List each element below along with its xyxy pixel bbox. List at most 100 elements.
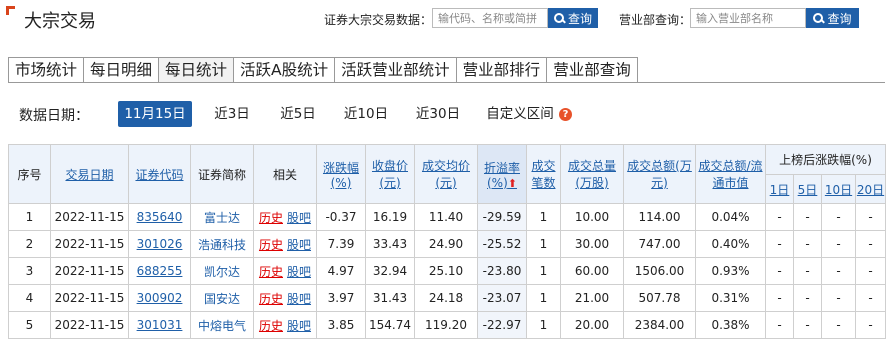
cell-premium: -23.07 xyxy=(477,284,527,312)
cell-ratio: 0.38% xyxy=(695,311,766,339)
date-option-custom[interactable]: 自定义区间 xyxy=(481,101,559,127)
stock-code-link[interactable]: 301031 xyxy=(137,318,183,332)
header-d10[interactable]: 10日 xyxy=(821,174,856,204)
tab-daily-stats[interactable]: 每日统计 xyxy=(158,57,234,83)
tab-branch-query[interactable]: 营业部查询 xyxy=(546,57,638,83)
cell-date: 2022-11-15 xyxy=(50,311,129,339)
date-option-30d[interactable]: 近30日 xyxy=(408,101,468,127)
dept-search-button[interactable]: 查询 xyxy=(806,8,859,28)
header-related: 相关 xyxy=(253,144,317,204)
header-amount[interactable]: 成交总额(万元) xyxy=(623,144,696,204)
tabs-divider xyxy=(8,82,885,83)
cell-d20: - xyxy=(854,230,887,258)
cell-count: 1 xyxy=(526,284,561,312)
tab-active-branches[interactable]: 活跃营业部统计 xyxy=(334,57,456,83)
stock-search-input[interactable] xyxy=(432,8,548,28)
table-row: 2 2022-11-15 301026 浩通科技 历史 股吧 7.39 33.43… xyxy=(8,230,887,258)
stock-code-link[interactable]: 688255 xyxy=(137,264,183,278)
cell-change: 4.97 xyxy=(316,257,366,285)
table-row: 3 2022-11-15 688255 凯尔达 历史 股吧 4.97 32.94 … xyxy=(8,257,887,285)
main-tabs: 市场统计 每日明细 每日统计 活跃A股统计 活跃营业部统计 营业部排行 营业部查… xyxy=(8,57,638,83)
cell-d5: - xyxy=(793,284,822,312)
header-close[interactable]: 收盘价(元) xyxy=(365,144,415,204)
cell-amount: 507.78 xyxy=(623,284,696,312)
cell-amount: 1506.00 xyxy=(623,257,696,285)
stock-code-link[interactable]: 301026 xyxy=(137,237,183,251)
tab-daily-detail[interactable]: 每日明细 xyxy=(83,57,159,83)
history-link[interactable]: 历史 xyxy=(259,211,283,225)
cell-ratio: 0.04% xyxy=(695,203,766,231)
stock-name-link[interactable]: 浩通科技 xyxy=(198,238,246,252)
header-date[interactable]: 交易日期 xyxy=(50,144,129,204)
page-header: 大宗交易 证券大宗交易数据： 查询 营业部查询： 查询 xyxy=(0,0,893,40)
cell-d20: - xyxy=(854,257,887,285)
cell-avg-price: 11.40 xyxy=(414,203,478,231)
history-link[interactable]: 历史 xyxy=(259,238,283,252)
header-d20[interactable]: 20日 xyxy=(854,174,887,204)
tab-market-stats[interactable]: 市场统计 xyxy=(8,57,84,83)
cell-avg-price: 24.90 xyxy=(414,230,478,258)
table-row: 4 2022-11-15 300902 国安达 历史 股吧 3.97 31.43 … xyxy=(8,284,887,312)
cell-amount: 2384.00 xyxy=(623,311,696,339)
dept-search-label: 营业部查询： xyxy=(619,13,692,27)
cell-close: 31.43 xyxy=(365,284,415,312)
cell-avg-price: 24.18 xyxy=(414,284,478,312)
tab-active-a-shares[interactable]: 活跃A股统计 xyxy=(233,57,335,83)
cell-date: 2022-11-15 xyxy=(50,230,129,258)
stock-bar-link[interactable]: 股吧 xyxy=(287,265,311,279)
stock-bar-link[interactable]: 股吧 xyxy=(287,211,311,225)
cell-d10: - xyxy=(821,230,856,258)
stock-bar-link[interactable]: 股吧 xyxy=(287,292,311,306)
cell-change: 7.39 xyxy=(316,230,366,258)
sort-arrow-icon: ⬆ xyxy=(507,176,517,190)
header-d1[interactable]: 1日 xyxy=(765,174,794,204)
stock-code-link[interactable]: 300902 xyxy=(137,291,183,305)
stock-search-label: 证券大宗交易数据： xyxy=(324,13,433,27)
cell-count: 1 xyxy=(526,230,561,258)
table-row: 5 2022-11-15 301031 中熔电气 历史 股吧 3.85 154.7… xyxy=(8,311,887,339)
stock-name-link[interactable]: 国安达 xyxy=(204,292,240,306)
cell-close: 33.43 xyxy=(365,230,415,258)
stock-code-link[interactable]: 835640 xyxy=(137,210,183,224)
stock-name-link[interactable]: 富士达 xyxy=(204,211,240,225)
search-icon xyxy=(553,12,565,24)
header-seq: 序号 xyxy=(8,144,51,204)
cell-volume: 60.00 xyxy=(560,257,624,285)
stock-search-button[interactable]: 查询 xyxy=(548,8,598,28)
date-option-10d[interactable]: 近10日 xyxy=(336,101,396,127)
history-link[interactable]: 历史 xyxy=(259,265,283,279)
header-avg-price[interactable]: 成交均价(元) xyxy=(414,144,478,204)
question-mark-icon[interactable]: ? xyxy=(559,108,572,121)
cell-d10: - xyxy=(821,311,856,339)
date-option-3d[interactable]: 近3日 xyxy=(206,101,258,127)
cell-amount: 114.00 xyxy=(623,203,696,231)
date-option-today[interactable]: 11月15日 xyxy=(118,101,192,127)
header-code[interactable]: 证券代码 xyxy=(128,144,191,204)
history-link[interactable]: 历史 xyxy=(259,319,283,333)
cell-d1: - xyxy=(765,203,794,231)
cell-count: 1 xyxy=(526,257,561,285)
stock-name-link[interactable]: 中熔电气 xyxy=(198,319,246,333)
date-filter: 数据日期： 11月15日 近3日 近5日 近10日 近30日 自定义区间 ? xyxy=(0,101,893,127)
header-d5[interactable]: 5日 xyxy=(793,174,822,204)
header-volume[interactable]: 成交总量(万股) xyxy=(560,144,624,204)
header-change[interactable]: 涨跌幅(%) xyxy=(316,144,366,204)
history-link[interactable]: 历史 xyxy=(259,292,283,306)
cell-premium: -29.59 xyxy=(477,203,527,231)
header-ratio[interactable]: 成交总额/流通市值 xyxy=(695,144,766,204)
tab-branch-ranking[interactable]: 营业部排行 xyxy=(455,57,547,83)
cell-d1: - xyxy=(765,230,794,258)
cell-seq: 2 xyxy=(8,230,51,258)
date-option-5d[interactable]: 近5日 xyxy=(272,101,324,127)
cell-date: 2022-11-15 xyxy=(50,257,129,285)
dept-search-input[interactable] xyxy=(690,8,806,28)
stock-name-link[interactable]: 凯尔达 xyxy=(204,265,240,279)
cell-seq: 1 xyxy=(8,203,51,231)
header-name: 证券简称 xyxy=(190,144,254,204)
stock-bar-link[interactable]: 股吧 xyxy=(287,319,311,333)
stock-bar-link[interactable]: 股吧 xyxy=(287,238,311,252)
header-premium[interactable]: 折溢率(%)⬆ xyxy=(477,144,527,204)
header-count[interactable]: 成交笔数 xyxy=(526,144,561,204)
stock-search-button-label: 查询 xyxy=(567,11,592,26)
table-row: 1 2022-11-15 835640 富士达 历史 股吧 -0.37 16.19… xyxy=(8,203,887,231)
